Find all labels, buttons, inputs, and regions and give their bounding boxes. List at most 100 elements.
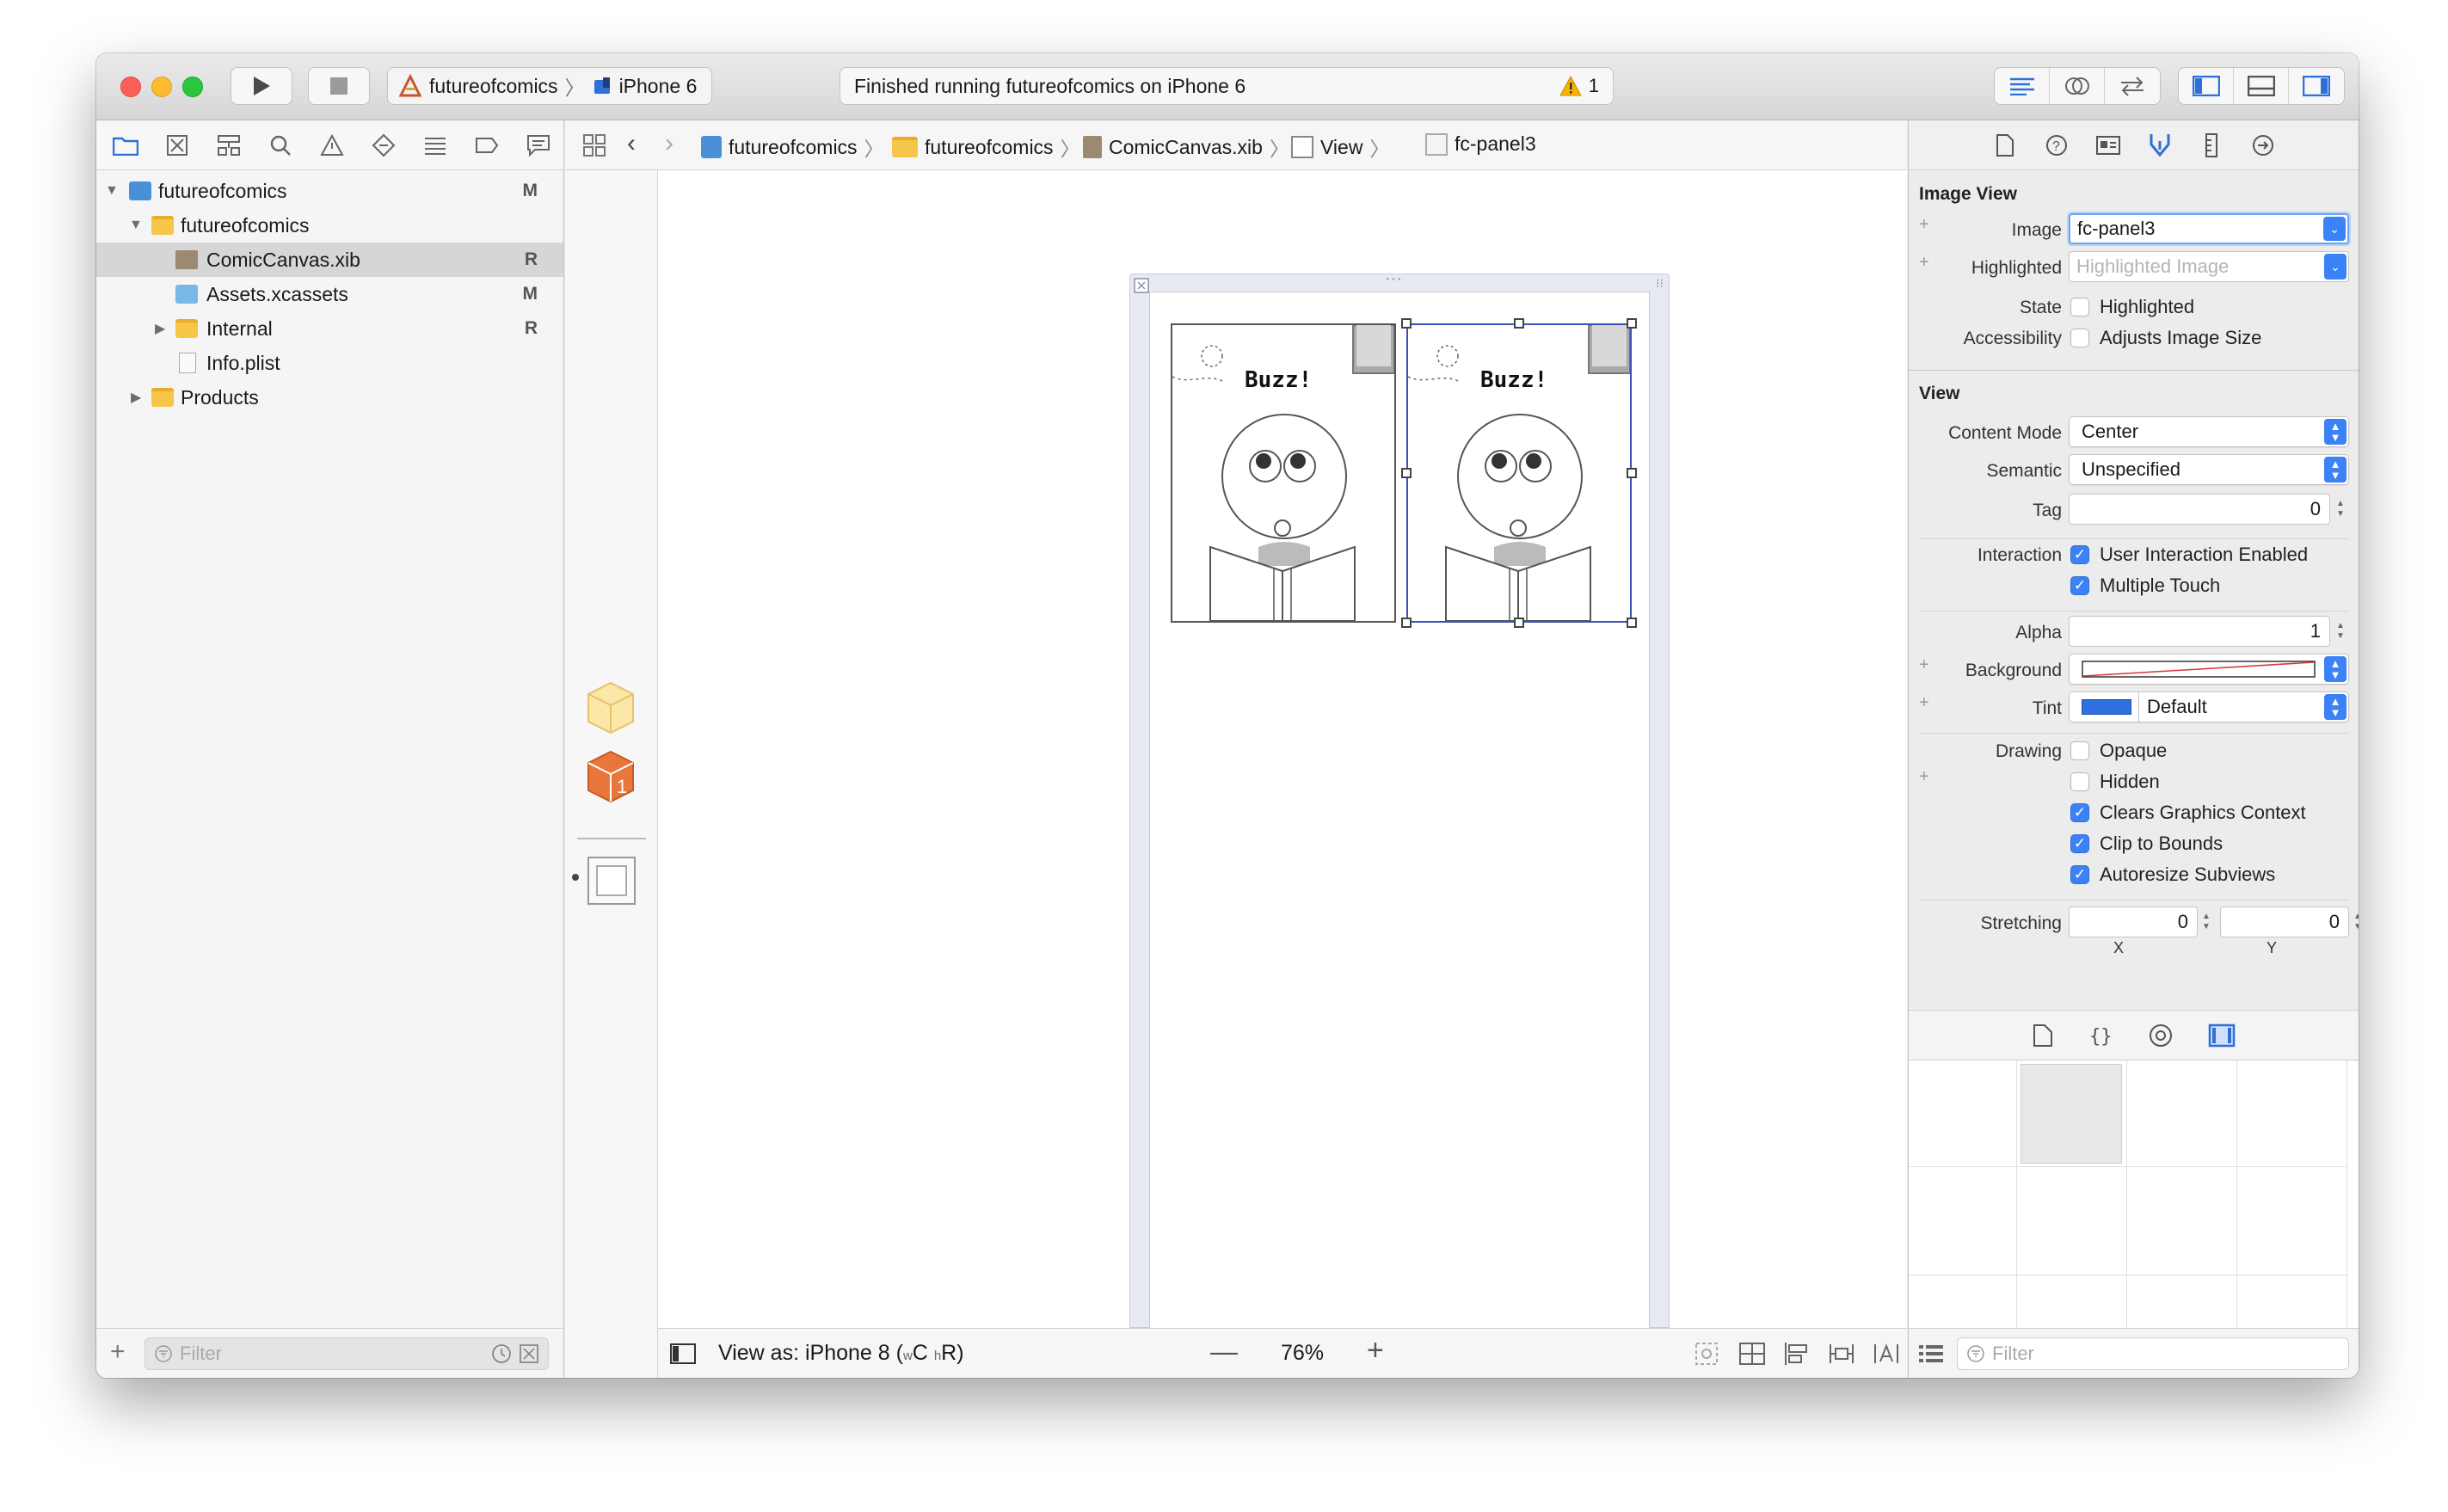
comic-panel-right-selected[interactable]: Buzz!: [1401, 318, 1637, 628]
library-cell[interactable]: [2127, 1167, 2237, 1275]
view-thumbnail[interactable]: [587, 857, 636, 905]
recent-files-icon[interactable]: [491, 1343, 512, 1364]
resize-handle-bottom-right[interactable]: [1627, 618, 1637, 628]
content-mode-popup[interactable]: Center ▲ ▼: [2069, 416, 2349, 447]
stretching-x-field[interactable]: 0: [2069, 907, 2198, 937]
tree-row-internal[interactable]: ▶ Internal R: [96, 311, 563, 346]
user-interaction-checkbox[interactable]: ✓: [2070, 545, 2089, 564]
stretching-x-stepper[interactable]: ▲ ▼: [2199, 907, 2213, 937]
tree-row-group[interactable]: ▼ futureofcomics: [96, 208, 563, 243]
library-filter-input[interactable]: Filter: [1957, 1337, 2349, 1370]
adjusts-image-size-checkbox[interactable]: [2070, 329, 2089, 347]
library-cell[interactable]: [2127, 1060, 2237, 1167]
symbol-navigator-tab[interactable]: [208, 125, 249, 166]
tag-stepper[interactable]: ▲ ▼: [2334, 494, 2347, 525]
activity-viewer[interactable]: Finished running futureofcomics on iPhon…: [840, 67, 1614, 105]
view-as-device-button[interactable]: View as: iPhone 8 (wC hR): [718, 1341, 964, 1366]
alpha-stepper[interactable]: ▲ ▼: [2334, 616, 2347, 647]
toggle-outline-icon[interactable]: [670, 1343, 696, 1364]
background-color-popup[interactable]: ▲ ▼: [2069, 654, 2349, 685]
breadcrumb-view[interactable]: View 〉: [1291, 132, 1389, 162]
image-combo-box[interactable]: fc-panel3 ⌄: [2069, 213, 2349, 244]
design-canvas[interactable]: ··· ⁝⁝ Buzz! Buzz!: [658, 170, 1907, 1329]
chevron-down-icon[interactable]: ⌄: [2324, 254, 2347, 280]
tree-row-products[interactable]: ▶ Products: [96, 380, 563, 415]
breadcrumb-file[interactable]: ComicCanvas.xib 〉: [1083, 132, 1289, 162]
disclosure-open-icon[interactable]: ▼: [129, 218, 143, 233]
library-cell[interactable]: [1909, 1167, 2017, 1275]
zoom-window-button[interactable]: [182, 77, 203, 97]
semantic-popup[interactable]: Unspecified ▲ ▼: [2069, 454, 2349, 485]
resize-handle-top-left[interactable]: [1401, 318, 1412, 329]
breakpoint-navigator-tab[interactable]: [466, 125, 507, 166]
resize-handle-left[interactable]: [1401, 468, 1412, 478]
warning-indicator[interactable]: 1: [1559, 75, 1599, 97]
source-control-filter-icon[interactable]: [519, 1343, 539, 1364]
add-file-button[interactable]: +: [110, 1337, 126, 1367]
test-navigator-tab[interactable]: [363, 125, 404, 166]
disclosure-open-icon[interactable]: ▼: [105, 183, 119, 199]
tree-row-project[interactable]: ▼ futureofcomics M: [96, 174, 563, 208]
tree-row-plist[interactable]: Info.plist: [96, 346, 563, 380]
clears-graphics-context-checkbox[interactable]: ✓: [2070, 803, 2089, 822]
back-button[interactable]: ‹: [627, 129, 636, 158]
scene-frame[interactable]: ··· ⁝⁝ Buzz! Buzz!: [1129, 269, 1670, 1329]
highlighted-image-combo-box[interactable]: Highlighted Image ⌄: [2069, 251, 2349, 282]
opaque-checkbox[interactable]: [2070, 741, 2089, 760]
quick-help-tab[interactable]: ?: [2038, 126, 2076, 164]
tree-row-xib-selected[interactable]: ComicCanvas.xib R: [96, 243, 563, 277]
close-window-button[interactable]: [120, 77, 141, 97]
breadcrumb-group[interactable]: futureofcomics 〉: [892, 132, 1080, 162]
alpha-field[interactable]: 1: [2069, 616, 2330, 647]
library-cell[interactable]: [2237, 1167, 2347, 1275]
source-control-tab[interactable]: [157, 125, 198, 166]
add-variation-button[interactable]: +: [1919, 767, 1929, 787]
stretching-y-stepper[interactable]: ▲ ▼: [2351, 907, 2359, 937]
tag-field[interactable]: 0: [2069, 494, 2330, 525]
align-icon[interactable]: [1783, 1341, 1811, 1367]
close-scene-icon[interactable]: [1134, 278, 1149, 293]
disclosure-closed-icon[interactable]: ▶: [131, 389, 141, 406]
comic-panel-left[interactable]: Buzz!: [1171, 323, 1396, 623]
library-cell-selected[interactable]: [2017, 1060, 2127, 1167]
embed-in-stack-icon[interactable]: [1738, 1341, 1766, 1367]
resize-handle-right[interactable]: [1627, 468, 1637, 478]
library-cell[interactable]: [1909, 1060, 2017, 1167]
scene-grab-handle[interactable]: ···: [1385, 269, 1402, 289]
object-library-icon[interactable]: [2148, 1023, 2174, 1048]
related-items-icon[interactable]: [582, 133, 606, 157]
version-editor-button[interactable]: [2105, 68, 2160, 104]
breadcrumb-image-view[interactable]: fc-panel3: [1425, 132, 1536, 156]
standard-editor-button[interactable]: [1995, 68, 2050, 104]
add-constraints-icon[interactable]: [1828, 1341, 1855, 1367]
connections-inspector-tab[interactable]: [2244, 126, 2282, 164]
media-library-icon[interactable]: [2208, 1023, 2236, 1048]
resize-handle-bottom[interactable]: [1514, 618, 1524, 628]
scheme-selector[interactable]: futureofcomics 〉 iPhone 6: [387, 67, 712, 105]
tint-color-popup[interactable]: Default ▲ ▼: [2069, 691, 2349, 722]
chevron-down-icon[interactable]: ⌄: [2323, 217, 2346, 241]
zoom-in-button[interactable]: +: [1367, 1334, 1384, 1368]
hidden-checkbox[interactable]: [2070, 772, 2089, 791]
debug-navigator-tab[interactable]: [415, 125, 456, 166]
stop-button[interactable]: [308, 67, 370, 105]
toggle-debug-area-button[interactable]: [2234, 68, 2289, 104]
list-view-toggle-icon[interactable]: [1919, 1343, 1943, 1364]
size-inspector-tab[interactable]: [2193, 126, 2230, 164]
attributes-inspector-tab[interactable]: [2141, 126, 2179, 164]
root-view[interactable]: Buzz! Buzz!: [1149, 292, 1650, 1329]
project-navigator-tab[interactable]: [105, 125, 146, 166]
disclosure-closed-icon[interactable]: ▶: [155, 320, 165, 337]
report-navigator-tab[interactable]: [518, 125, 559, 166]
breadcrumb-project[interactable]: futureofcomics 〉: [701, 132, 884, 162]
run-button[interactable]: [231, 67, 292, 105]
file-inspector-tab[interactable]: [1986, 126, 2024, 164]
tree-row-assets[interactable]: Assets.xcassets M: [96, 277, 563, 311]
library-cell[interactable]: [2237, 1060, 2347, 1167]
navigator-filter-input[interactable]: Filter: [145, 1337, 549, 1370]
resize-handle-bottom-left[interactable]: [1401, 618, 1412, 628]
update-frames-icon[interactable]: [1694, 1341, 1719, 1367]
forward-button[interactable]: ›: [665, 129, 674, 158]
toggle-inspector-button[interactable]: [2289, 68, 2344, 104]
library-cell[interactable]: [2017, 1167, 2127, 1275]
